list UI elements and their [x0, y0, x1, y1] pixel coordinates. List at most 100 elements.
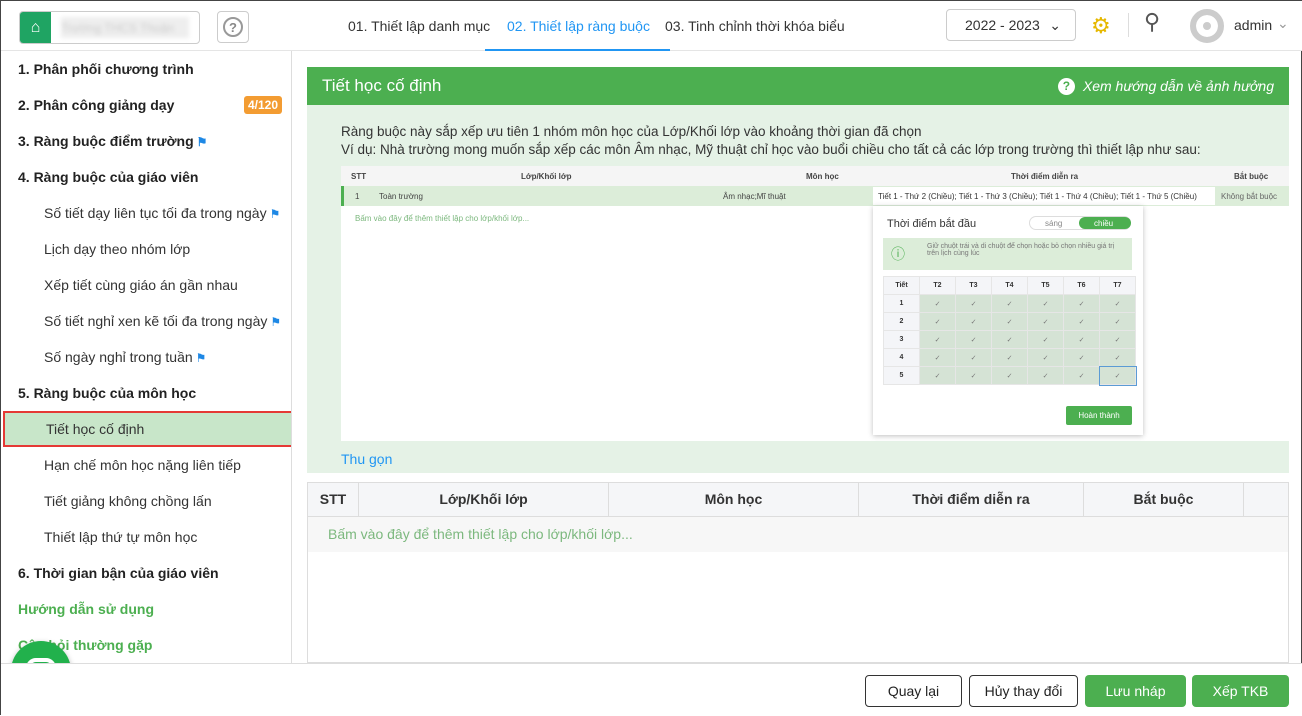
collapse-link[interactable]: Thu gọn — [341, 451, 392, 467]
sidebar-item-same-plan[interactable]: Xếp tiết cùng giáo án gần nhau — [1, 267, 291, 303]
info-icon: ⓘ — [891, 246, 905, 262]
sidebar-item-busy-time[interactable]: 6. Thời gian bận của giáo viên — [1, 555, 291, 591]
example-col: Thời điểm diễn ra — [1011, 172, 1079, 181]
sidebar-item-no-overlap[interactable]: Tiết giảng không chồng lấn — [1, 483, 291, 519]
flag-icon: ⚑ — [195, 351, 207, 365]
example-col: Lớp/Khối lớp — [521, 172, 572, 181]
flag-icon: ⚑ — [196, 135, 208, 149]
toggle-morning: sáng — [1045, 219, 1063, 228]
guide-label: Xem hướng dẫn về ảnh hưởng — [1082, 78, 1274, 94]
time-popup: Thời điểm bắt đầu sáng chiều ⓘ Giữ chuột… — [873, 206, 1143, 435]
sidebar-item-days-off[interactable]: Số ngày nghỉ trong tuần ⚑ — [1, 339, 291, 375]
sidebar-item-label: 3. Ràng buộc điểm trường — [18, 133, 194, 149]
schedule-button[interactable]: Xếp TKB — [1192, 675, 1289, 707]
add-setting-link[interactable]: Bấm vào đây để thêm thiết lập cho lớp/kh… — [328, 526, 633, 542]
sidebar-item-label: Số ngày nghỉ trong tuần — [44, 349, 193, 365]
period-label: 4 — [883, 348, 920, 367]
sidebar-item-group-schedule[interactable]: Lịch dạy theo nhóm lớp — [1, 231, 291, 267]
sidebar-item-label: Số tiết dạy liên tục tối đa trong ngày — [44, 205, 267, 221]
sidebar-link-guide[interactable]: Hướng dẫn sử dụng — [1, 591, 291, 627]
search-chart-icon[interactable]: ⚲ — [1144, 9, 1160, 35]
col-required: Bắt buộc — [1084, 483, 1244, 516]
sidebar-item-subject[interactable]: 5. Ràng buộc của môn học — [1, 375, 291, 411]
example-add: Bấm vào đây để thêm thiết lập cho lớp/kh… — [355, 214, 530, 223]
sidebar-item-assignment[interactable]: 2. Phân công giảng dạy 4/120 — [1, 87, 291, 123]
sidebar-item-label: 2. Phân công giảng dạy — [18, 97, 175, 113]
period-label: 5 — [883, 366, 920, 385]
popup-title: Thời điểm bắt đầu — [887, 218, 977, 230]
sidebar-item-max-continuous[interactable]: Số tiết dạy liên tục tối đa trong ngày ⚑ — [1, 195, 291, 231]
help-button[interactable]: ? — [217, 11, 249, 43]
example-description: Ví dụ: Nhà trường mong muốn sắp xếp các … — [341, 142, 1201, 157]
toggle-afternoon: chiều — [1094, 219, 1114, 228]
save-draft-button[interactable]: Lưu nháp — [1085, 675, 1186, 707]
session-toggle: sáng chiều — [1029, 216, 1131, 230]
hint-text: Giữ chuột trái và di chuột để chọn hoặc … — [927, 243, 1115, 257]
flag-icon: ⚑ — [270, 315, 282, 329]
sidebar: 1. Phân phối chương trình 2. Phân công g… — [1, 51, 292, 663]
school-selector[interactable]: ⌂ Trường THCS Thuận Hóa — [19, 11, 200, 44]
sidebar-item-curriculum[interactable]: 1. Phân phối chương trình — [1, 51, 291, 87]
col-stt: STT — [308, 483, 359, 516]
sidebar-item-max-gaps[interactable]: Số tiết nghỉ xen kẽ tối đa trong ngày ⚑ — [1, 303, 291, 339]
example-cell: Tiết 1 - Thứ 2 (Chiều); Tiết 1 - Thứ 3 (… — [878, 192, 1197, 201]
page-title: Tiết học cố định — [322, 76, 442, 95]
col-subject: Môn học — [609, 483, 859, 516]
hint-box: ⓘ Giữ chuột trái và di chuột để chọn hoặ… — [883, 238, 1132, 270]
time-select: Tiết 1 - Thứ 2 (Chiều); Tiết 1 - Thứ 3 (… — [873, 187, 1215, 205]
home-icon[interactable]: ⌂ — [20, 12, 51, 43]
flag-icon: ⚑ — [269, 207, 281, 221]
sidebar-item-subject-order[interactable]: Thiết lập thứ tự môn học — [1, 519, 291, 555]
school-name: Trường THCS Thuận Hóa — [61, 17, 189, 38]
back-button[interactable]: Quay lại — [865, 675, 962, 707]
tab-constraints[interactable]: 02. Thiết lập ràng buộc — [507, 18, 650, 34]
year-select[interactable]: 2022 - 2023 ⌄ — [946, 9, 1076, 41]
chevron-down-icon: ⌄ — [1049, 16, 1061, 33]
constraints-table: STT Lớp/Khối lớp Môn học Thời điểm diễn … — [307, 482, 1289, 663]
grid-header: T2 — [919, 276, 956, 295]
tab-setup-catalog[interactable]: 01. Thiết lập danh mục — [348, 18, 490, 34]
period-grid: Tiết T2 T3 T4 T5 T6 T7 1 ✓ ✓ ✓ ✓ ✓ ✓ 2 ✓ ✓ ✓ ✓ ✓ ✓ 3 ✓ ✓ ✓ ✓ ✓ ✓… — [883, 276, 1137, 386]
section-header: Tiết học cố định? Xem hướng dẫn về ảnh hư… — [307, 67, 1289, 105]
sidebar-item-label: Số tiết nghỉ xen kẽ tối đa trong ngày — [44, 313, 268, 329]
col-class: Lớp/Khối lớp — [359, 483, 609, 516]
example-cell: Âm nhạc;Mĩ thuật — [723, 192, 786, 201]
count-badge: 4/120 — [243, 96, 282, 114]
tab-fine-tune[interactable]: 03. Tinh chỉnh thời khóa biểu — [665, 18, 845, 34]
cancel-changes-button[interactable]: Hủy thay đổi — [969, 675, 1078, 707]
period-label: 3 — [883, 330, 920, 349]
chevron-down-icon[interactable]: ⌄ — [1277, 15, 1289, 32]
grid-header: T3 — [955, 276, 992, 295]
active-tab-indicator — [485, 49, 670, 51]
example-illustration: STT Lớp/Khối lớp Môn học Thời điểm diễn … — [341, 166, 1289, 441]
grid-header: T5 — [1027, 276, 1064, 295]
guide-link[interactable]: ? Xem hướng dẫn về ảnh hưởng — [1057, 77, 1274, 95]
sidebar-item-teacher[interactable]: 4. Ràng buộc của giáo viên — [1, 159, 291, 195]
year-value: 2022 - 2023 — [965, 17, 1040, 33]
example-col: STT — [351, 172, 367, 181]
sidebar-item-heavy-subjects[interactable]: Hạn chế môn học nặng liên tiếp — [1, 447, 291, 483]
question-icon: ? — [223, 17, 243, 37]
sidebar-item-fixed-period[interactable]: Tiết học cố định — [3, 411, 291, 447]
grid-header: Tiết — [883, 276, 920, 295]
col-time: Thời điểm diễn ra — [859, 483, 1084, 516]
grid-header: T4 — [991, 276, 1028, 295]
period-label: 2 — [883, 312, 920, 331]
col-actions — [1244, 483, 1288, 516]
period-label: 1 — [883, 294, 920, 313]
question-icon: ? — [1057, 77, 1075, 95]
description: Ràng buộc này sắp xếp ưu tiên 1 nhóm môn… — [341, 124, 922, 139]
example-cell: Không bắt buộc — [1221, 192, 1278, 201]
avatar[interactable] — [1190, 9, 1224, 43]
grid-header: T6 — [1063, 276, 1100, 295]
example-cell: Toàn trường — [379, 192, 423, 201]
gear-icon[interactable]: ⚙ — [1091, 13, 1111, 39]
divider — [1128, 13, 1129, 37]
example-cell: 1 — [355, 192, 360, 201]
grid-header: T7 — [1099, 276, 1136, 295]
done-button: Hoàn thành — [1066, 406, 1132, 425]
user-name[interactable]: admin — [1234, 17, 1272, 33]
example-col: Bắt buộc — [1234, 172, 1269, 181]
example-col: Môn học — [806, 172, 839, 181]
sidebar-item-campus[interactable]: 3. Ràng buộc điểm trường ⚑ — [1, 123, 291, 159]
